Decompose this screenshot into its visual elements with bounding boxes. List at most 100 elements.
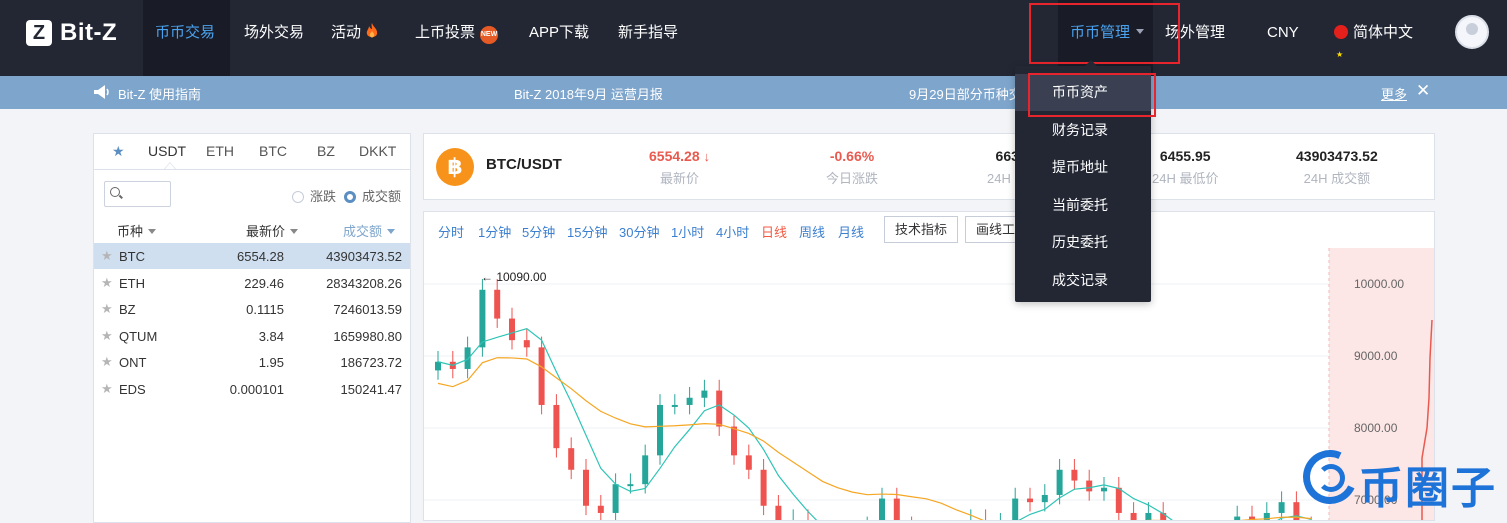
row-symbol: ETH (119, 275, 145, 291)
market-row[interactable]: ★ BZ 0.1115 7246013.59 (94, 296, 410, 322)
candle-body (612, 484, 619, 513)
interval-option[interactable]: 5分钟 (522, 222, 555, 241)
market-tabs: ★ USDT ETH BTC BZ DKKT (94, 134, 410, 170)
row-volume: 150241.47 (340, 381, 402, 397)
close-icon[interactable]: ✕ (1416, 81, 1430, 101)
nav-coin-management[interactable]: 币币管理 (1058, 0, 1153, 76)
star-icon[interactable]: ★ (101, 275, 113, 291)
market-row[interactable]: ★ BTC 6554.28 43903473.52 (94, 243, 410, 269)
nav-coin-trading[interactable]: 币币交易 (143, 0, 230, 76)
dropdown-item[interactable]: 财务记录 (1015, 112, 1151, 149)
ticker-panel: ฿ BTC/USDT 6554.28 ↓ 最新价 -0.66% 今日涨跌 663… (423, 133, 1435, 200)
ticker-low: 6455.95 24H 最低价 (1152, 148, 1219, 186)
col-price[interactable]: 最新价 (246, 221, 299, 240)
candle-body (745, 455, 752, 470)
candlestick-chart[interactable]: 10000.009000.008000.007000.00← 10090.00 (424, 248, 1434, 520)
row-symbol: ONT (119, 355, 147, 370)
interval-option[interactable]: 30分钟 (619, 222, 659, 241)
row-symbol: QTUM (119, 328, 158, 344)
indicators-button[interactable]: 技术指标 (884, 216, 959, 243)
market-row[interactable]: ★ ONT 1.95 186723.72 (94, 349, 410, 375)
candle-body (1145, 512, 1152, 520)
candle-body (1027, 498, 1033, 503)
interval-option[interactable]: 分时 (438, 222, 464, 241)
ticker-volume: 43903473.52 24H 成交额 (1296, 148, 1378, 186)
star-icon[interactable]: ★ (101, 301, 113, 317)
tab-usdt[interactable]: USDT (148, 143, 186, 159)
star-icon[interactable]: ★ (101, 248, 113, 264)
candle-body (893, 498, 900, 520)
candle-body (435, 361, 441, 371)
row-price: 229.46 (244, 275, 284, 291)
candle-body (879, 498, 885, 520)
china-flag-icon (1334, 22, 1348, 88)
ma-line-long (437, 357, 1312, 520)
nav-otc-management[interactable]: 场外管理 (1165, 0, 1225, 76)
notice-announcement-link[interactable]: 9月29日部分币种交 (909, 84, 1022, 103)
row-volume: 7246013.59 (333, 302, 402, 317)
star-icon[interactable]: ★ (112, 143, 125, 160)
candle-body (775, 505, 782, 520)
nav-otc-trading[interactable]: 场外交易 (244, 0, 304, 76)
nav-app-download[interactable]: APP下载 (529, 0, 589, 76)
y-axis-label: 9000.00 (1354, 349, 1398, 363)
nav-listing-vote[interactable]: 上币投票 NEW (415, 0, 499, 76)
interval-option[interactable]: 周线 (799, 222, 825, 241)
nav-language[interactable]: 简体中文 (1334, 0, 1413, 88)
candle-body (464, 347, 471, 369)
market-list-panel: ★ USDT ETH BTC BZ DKKT 涨跌 成交额 币种 最新价 成交额… (93, 133, 411, 523)
dropdown-item[interactable]: 成交记录 (1015, 262, 1151, 299)
interval-option[interactable]: 1小时 (671, 222, 704, 241)
interval-option[interactable]: 4小时 (716, 222, 749, 241)
new-badge-icon: NEW (480, 26, 499, 44)
arrow-down-icon: ↓ (703, 149, 711, 164)
candle-body (1056, 469, 1063, 495)
notice-guide-link[interactable]: Bit-Z 使用指南 (118, 84, 201, 103)
user-avatar[interactable] (1455, 15, 1489, 49)
y-axis-label: 8000.00 (1354, 421, 1398, 435)
nav-activity[interactable]: 活动 (331, 0, 378, 76)
notice-report-link[interactable]: Bit-Z 2018年9月 运营月报 (514, 84, 663, 103)
radio-change[interactable]: 涨跌 (292, 186, 336, 205)
col-volume[interactable]: 成交额 (343, 221, 396, 240)
tab-eth[interactable]: ETH (206, 143, 234, 159)
interval-option[interactable]: 15分钟 (567, 222, 607, 241)
star-icon[interactable]: ★ (101, 328, 113, 344)
nav-beginner-guide[interactable]: 新手指导 (618, 0, 678, 76)
candle-body (1130, 512, 1137, 520)
row-price: 1.95 (258, 355, 284, 370)
dropdown-item[interactable]: 历史委托 (1015, 224, 1151, 261)
candle-body (1278, 502, 1285, 513)
bitz-logo[interactable]: Z Bit-Z (26, 18, 117, 48)
ticker-last: 6554.28 ↓ 最新价 (649, 148, 711, 186)
col-coin[interactable]: 币种 (117, 221, 157, 240)
market-search-input[interactable] (104, 181, 171, 207)
star-icon[interactable]: ★ (101, 354, 113, 370)
candle-body (701, 390, 708, 398)
dropdown-item[interactable]: 当前委托 (1015, 187, 1151, 224)
interval-option[interactable]: 月线 (838, 222, 864, 241)
candle-body (1101, 487, 1107, 492)
logo-mark: Z (26, 20, 52, 46)
candle-body (657, 404, 663, 456)
ma-line-short (437, 327, 1312, 520)
interval-option[interactable]: 1分钟 (478, 222, 511, 241)
nav-currency[interactable]: CNY (1267, 0, 1299, 76)
dropdown-item[interactable]: 提币地址 (1015, 149, 1151, 186)
market-row[interactable]: ★ QTUM 3.84 1659980.80 (94, 323, 410, 349)
market-row[interactable]: ★ ETH 229.46 28343208.26 (94, 270, 410, 296)
interval-option[interactable]: 日线 (761, 222, 787, 241)
radio-volume[interactable]: 成交额 (344, 186, 401, 205)
notice-more-link[interactable]: 更多 (1381, 84, 1407, 103)
search-icon (110, 187, 120, 197)
candle-body (523, 340, 530, 348)
sort-icon (148, 229, 157, 234)
row-symbol: BTC (119, 249, 145, 264)
tab-bz[interactable]: BZ (317, 143, 335, 159)
dropdown-item[interactable]: 币币资产 (1015, 74, 1151, 111)
star-icon[interactable]: ★ (101, 381, 113, 397)
tab-btc[interactable]: BTC (259, 143, 287, 159)
candle-body (731, 426, 737, 456)
tab-dkkt[interactable]: DKKT (359, 143, 396, 159)
market-row[interactable]: ★ EDS 0.000101 150241.47 (94, 376, 410, 402)
